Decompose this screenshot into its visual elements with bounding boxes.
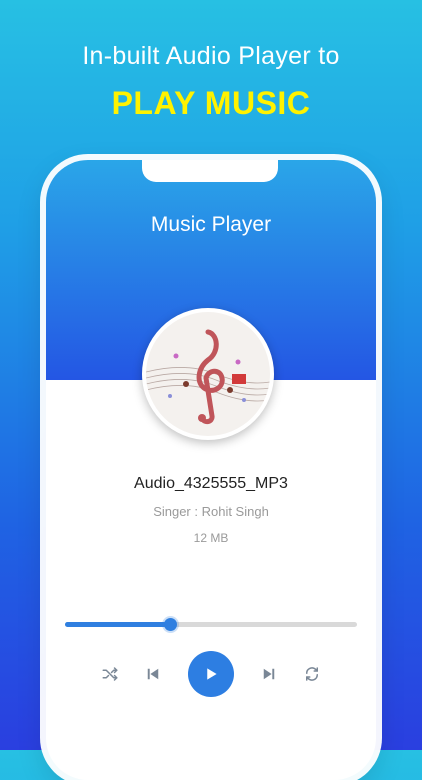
file-size: 12 MB [193, 531, 229, 545]
play-icon [207, 668, 217, 680]
repeat-button[interactable] [296, 650, 328, 698]
skip-previous-icon [147, 668, 159, 680]
playback-controls [46, 650, 376, 698]
next-button[interactable] [253, 650, 285, 698]
shuffle-button[interactable] [94, 650, 126, 698]
track-name: Audio_4325555_MP3 [134, 475, 288, 492]
seek-bar-progress [65, 622, 171, 627]
promo-headline: In-built Audio Player to [82, 42, 340, 70]
seek-bar[interactable] [65, 618, 357, 631]
repeat-icon [305, 667, 319, 681]
singer-label: Singer : Rohit Singh [153, 504, 269, 519]
music-note-artwork-icon [146, 312, 270, 436]
play-button[interactable] [188, 651, 234, 697]
album-artwork [142, 308, 274, 440]
seek-bar-thumb[interactable] [164, 618, 178, 631]
phone-notch [142, 160, 278, 182]
skip-next-icon [263, 668, 275, 680]
previous-button[interactable] [137, 650, 169, 698]
screen-title: Music Player [150, 213, 272, 236]
promo-highlight: PLAY MUSIC [111, 85, 311, 121]
phone-frame: Music Player Audio_4325555_MP3 Singer : … [46, 160, 376, 780]
shuffle-icon [102, 667, 118, 681]
